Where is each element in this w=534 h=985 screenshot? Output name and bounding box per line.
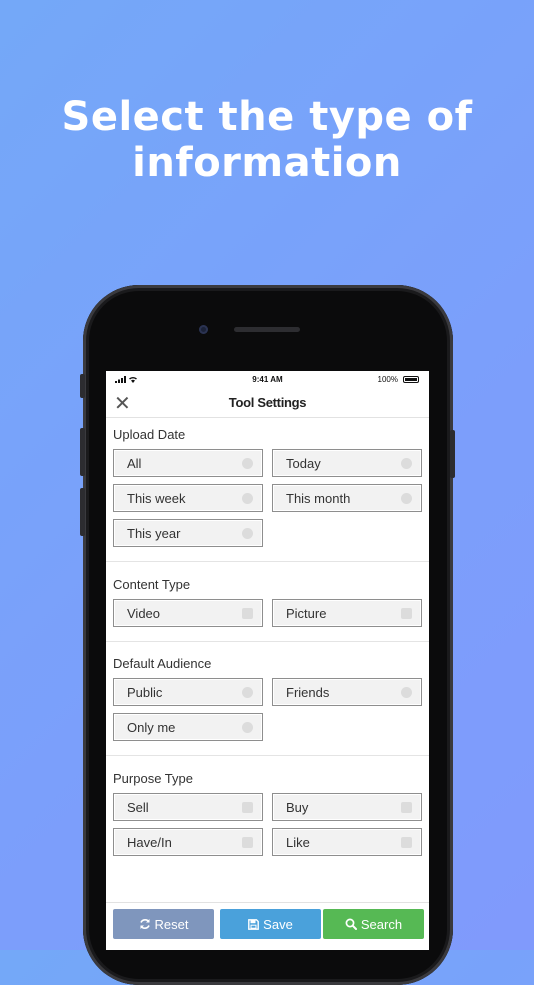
reset-label: Reset	[154, 916, 189, 932]
option-label: Public	[127, 685, 163, 700]
option-label: Have/In	[127, 835, 172, 850]
option-label: Today	[286, 456, 321, 471]
option-purpose-like[interactable]: Like	[272, 828, 422, 856]
section-title-default-audience: Default Audience	[113, 656, 212, 671]
checkbox-icon	[242, 608, 253, 619]
radio-icon	[401, 458, 412, 469]
battery-percent: 100%	[377, 375, 398, 384]
radio-icon	[242, 493, 253, 504]
section-title-content-type: Content Type	[113, 577, 191, 592]
section-divider	[106, 561, 429, 562]
option-label: Like	[286, 835, 310, 850]
option-label: Video	[127, 606, 161, 621]
option-label: All	[127, 456, 142, 471]
option-upload-all[interactable]: All	[113, 449, 263, 477]
headline-line-2: information	[132, 140, 402, 186]
checkbox-icon	[242, 802, 253, 813]
status-bar: 9:41 AM 100%	[106, 371, 429, 389]
option-label: This year	[127, 526, 181, 541]
option-upload-this-year[interactable]: This year	[113, 519, 263, 547]
checkbox-icon	[401, 802, 412, 813]
radio-icon	[401, 493, 412, 504]
option-upload-this-week[interactable]: This week	[113, 484, 263, 512]
option-purpose-sell[interactable]: Sell	[113, 793, 263, 821]
option-upload-today[interactable]: Today	[272, 449, 422, 477]
option-purpose-have-in[interactable]: Have/In	[113, 828, 263, 856]
option-content-video[interactable]: Video	[113, 599, 263, 627]
checkbox-icon	[242, 837, 253, 848]
reset-button[interactable]: Reset	[113, 909, 214, 939]
page-title: Tool Settings	[228, 395, 307, 410]
search-icon	[345, 918, 357, 930]
save-icon	[248, 918, 260, 930]
option-label: Picture	[286, 606, 327, 621]
headline-line-1: Select the type of	[61, 94, 473, 140]
option-label: This month	[286, 491, 351, 506]
app-screen: 9:41 AM 100% ✕ Tool Settings Upload Date…	[106, 371, 429, 950]
refresh-icon	[139, 919, 150, 929]
earpiece-speaker	[234, 327, 300, 332]
option-label: Friends	[286, 685, 330, 700]
option-label: Only me	[127, 720, 176, 735]
option-audience-public[interactable]: Public	[113, 678, 263, 706]
radio-icon	[401, 687, 412, 698]
headline: Select the type of information	[0, 94, 534, 186]
footer-toolbar: Reset Save Search	[106, 902, 429, 950]
power-button	[450, 430, 455, 478]
mute-switch	[80, 374, 85, 398]
option-label: Sell	[127, 800, 149, 815]
option-label: Buy	[286, 800, 309, 815]
section-divider	[106, 641, 429, 642]
radio-icon	[242, 458, 253, 469]
search-button[interactable]: Search	[323, 909, 424, 939]
section-title-upload-date: Upload Date	[113, 427, 186, 442]
volume-down-button	[80, 488, 85, 536]
save-button[interactable]: Save	[220, 909, 321, 939]
section-divider	[106, 755, 429, 756]
option-upload-this-month[interactable]: This month	[272, 484, 422, 512]
option-audience-only-me[interactable]: Only me	[113, 713, 263, 741]
checkbox-icon	[401, 608, 412, 619]
nav-bar: ✕ Tool Settings	[106, 389, 429, 418]
option-label: This week	[127, 491, 186, 506]
battery-icon	[403, 376, 419, 383]
radio-icon	[242, 722, 253, 733]
option-purpose-buy[interactable]: Buy	[272, 793, 422, 821]
option-audience-friends[interactable]: Friends	[272, 678, 422, 706]
option-content-picture[interactable]: Picture	[272, 599, 422, 627]
radio-icon	[242, 687, 253, 698]
radio-icon	[242, 528, 253, 539]
section-title-purpose-type: Purpose Type	[113, 771, 193, 786]
volume-up-button	[80, 428, 85, 476]
checkbox-icon	[401, 837, 412, 848]
search-label: Search	[360, 916, 403, 932]
front-camera	[199, 325, 208, 334]
save-label: Save	[263, 916, 293, 932]
